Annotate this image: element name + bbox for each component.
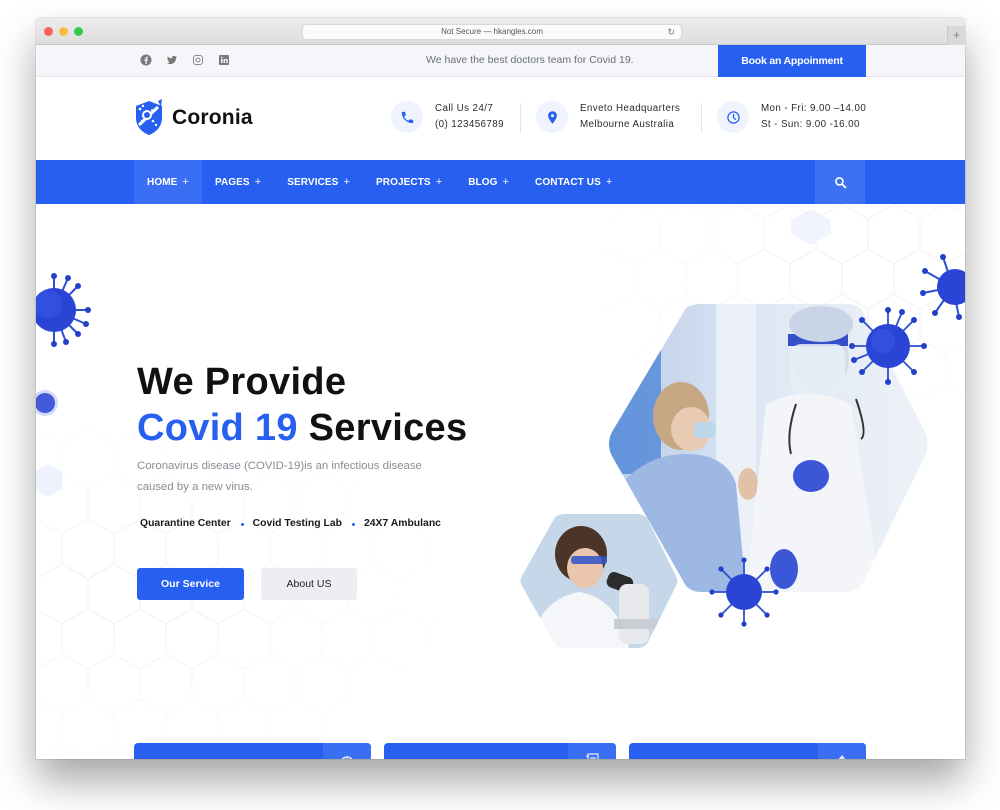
plus-icon: + — [952, 28, 960, 42]
feature-item: Quarantine Center — [140, 518, 231, 529]
hero-heading-line1: We Provide — [137, 361, 347, 403]
nav-item-contact-us[interactable]: CONTACT US + — [522, 160, 625, 204]
service-card[interactable] — [384, 743, 616, 759]
browser-toolbar: Not Secure — hkangles.com ↻ + — [36, 18, 965, 45]
document-icon — [586, 753, 599, 759]
phone-icon — [391, 101, 423, 133]
virus-illustration — [708, 556, 780, 628]
bullet-dot — [351, 523, 355, 526]
shield-icon — [838, 755, 846, 759]
globe-icon — [341, 756, 353, 759]
logo[interactable]: Coronia — [134, 99, 253, 137]
virus-illustration — [36, 388, 60, 418]
nav-item-pages[interactable]: PAGES + — [202, 160, 274, 204]
nav-item-projects[interactable]: PROJECTS + — [363, 160, 455, 204]
hero-heading-accent: Covid 19 — [137, 407, 298, 449]
our-service-button[interactable]: Our Service — [137, 568, 244, 600]
main-nav: HOME + PAGES + SERVICES + PROJECTS + BLO… — [36, 160, 965, 204]
virus-illustration — [846, 304, 930, 388]
top-info-bar: We have the best doctors team for Covid … — [36, 45, 965, 77]
site-header: Coronia Call Us 24/7 (0) 123456789 Envet… — [36, 77, 965, 160]
feature-item: 24X7 Ambulanc — [363, 518, 441, 529]
clock-icon — [717, 101, 749, 133]
nav-label: PAGES — [214, 176, 250, 188]
new-tab-button[interactable]: + — [947, 26, 965, 45]
linkedin-icon[interactable] — [218, 54, 230, 66]
search-button[interactable] — [815, 160, 865, 204]
service-card[interactable] — [134, 743, 371, 759]
contact-address[interactable]: Enveto Headquarters Melbourne Australia — [536, 101, 680, 133]
instagram-icon[interactable] — [192, 54, 204, 66]
divider — [701, 103, 702, 133]
logo-text: Coronia — [172, 106, 253, 129]
hours-weekend: St - Sun: 9.00 -16.00 — [761, 119, 860, 130]
hero-section: We Provide Covid 19 Services Coronavirus… — [36, 204, 965, 759]
nav-label: CONTACT US — [535, 176, 601, 188]
social-links — [140, 54, 230, 66]
feature-list: Quarantine Center Covid Testing Lab 24X7… — [140, 518, 441, 529]
contact-address-line1: Enveto Headquarters — [580, 103, 681, 114]
book-appointment-button[interactable]: Book an Appoinment — [718, 45, 866, 77]
virus-illustration — [36, 270, 94, 350]
contact-phone[interactable]: Call Us 24/7 (0) 123456789 — [391, 101, 504, 133]
search-icon — [834, 176, 846, 188]
feature-item: Covid Testing Lab — [252, 518, 342, 529]
location-pin-icon — [536, 101, 568, 133]
about-us-button[interactable]: About US — [261, 568, 357, 600]
plus-icon: + — [254, 176, 262, 188]
nav-label: SERVICES — [287, 176, 339, 188]
address-bar[interactable]: Not Secure — hkangles.com ↻ — [302, 24, 682, 40]
divider — [520, 103, 521, 133]
nav-item-services[interactable]: SERVICES + — [274, 160, 363, 204]
tagline-text: We have the best doctors team for Covid … — [426, 54, 634, 66]
contact-phone-number: (0) 123456789 — [435, 119, 504, 130]
browser-window: Not Secure — hkangles.com ↻ + We have th… — [36, 18, 965, 759]
nav-label: HOME — [147, 176, 178, 188]
facebook-icon[interactable] — [140, 54, 152, 66]
plus-icon: + — [502, 176, 510, 188]
nav-item-blog[interactable]: BLOG + — [455, 160, 522, 204]
reload-icon[interactable]: ↻ — [667, 25, 675, 39]
hours-weekday: Mon - Fri: 9.00 –14.00 — [761, 103, 867, 114]
plus-icon: + — [182, 176, 189, 188]
service-card[interactable] — [629, 743, 866, 759]
hero-heading-rest: Services — [297, 407, 468, 449]
contact-address-line2: Melbourne Australia — [580, 119, 675, 130]
window-controls — [44, 27, 83, 36]
plus-icon: + — [605, 176, 613, 188]
opening-hours: Mon - Fri: 9.00 –14.00 St - Sun: 9.00 -1… — [717, 101, 866, 133]
nav-label: BLOG — [468, 176, 498, 188]
nav-label: PROJECTS — [375, 176, 431, 188]
twitter-icon[interactable] — [166, 54, 178, 66]
plus-icon: + — [435, 176, 443, 188]
plus-icon: + — [343, 176, 350, 188]
nav-item-home[interactable]: HOME + — [134, 160, 202, 204]
url-text: Not Secure — hkangles.com — [441, 27, 543, 36]
hero-heading: We Provide Covid 19 Services — [137, 359, 467, 451]
bullet-dot — [240, 523, 244, 526]
minimize-window-button[interactable] — [59, 27, 68, 36]
contact-phone-label: Call Us 24/7 — [435, 103, 494, 114]
close-window-button[interactable] — [44, 27, 53, 36]
shield-virus-logo-icon — [134, 99, 164, 137]
maximize-window-button[interactable] — [74, 27, 83, 36]
hero-description: Coronavirus disease (COVID-19)is an infe… — [137, 460, 422, 493]
hero-photo-lab-microscope — [519, 514, 679, 648]
